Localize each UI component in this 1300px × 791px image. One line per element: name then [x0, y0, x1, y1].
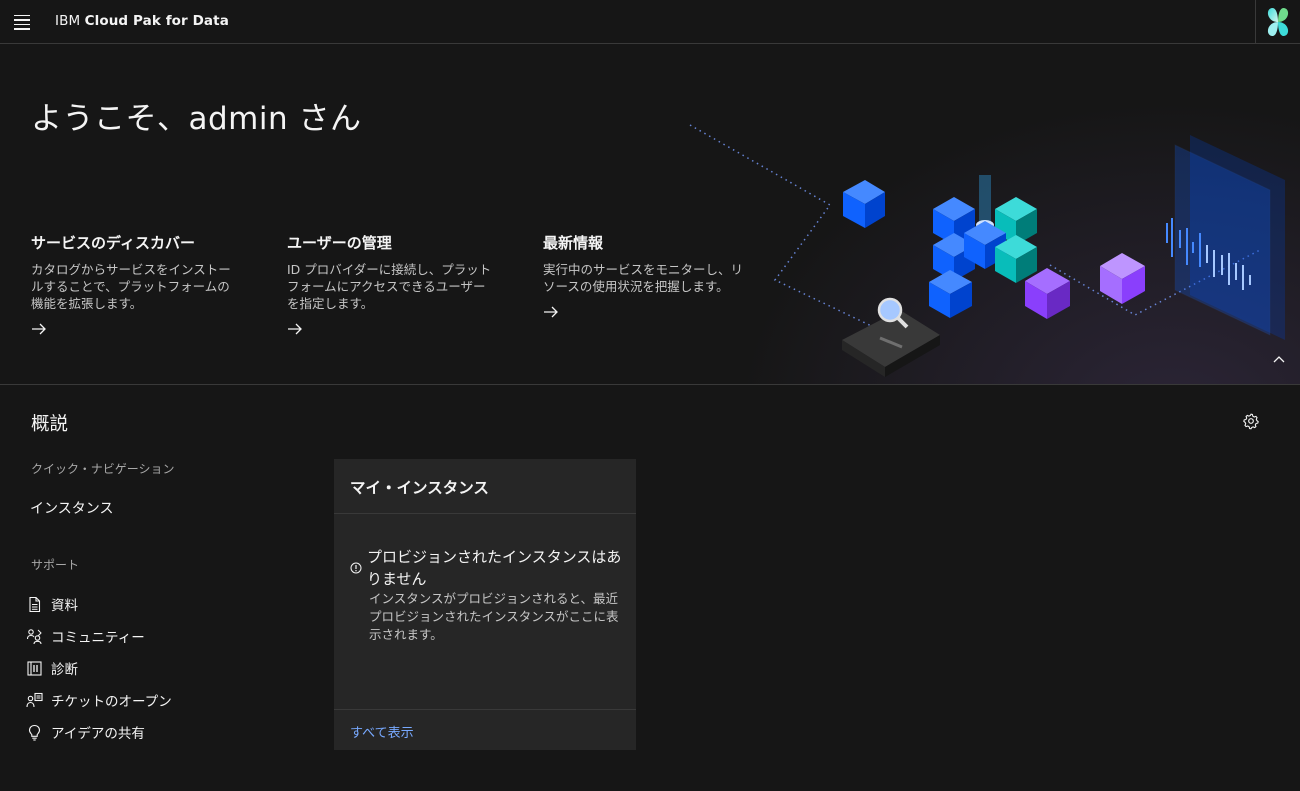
cloud-pak-logo-icon[interactable] — [1255, 0, 1300, 44]
support-item-documentation[interactable]: 資料 — [26, 594, 78, 614]
community-icon — [26, 628, 42, 644]
support-item-share-idea[interactable]: アイデアの共有 — [26, 722, 145, 742]
cube-icon — [843, 180, 885, 228]
diagnostics-icon — [27, 660, 42, 676]
gear-icon[interactable] — [1242, 412, 1260, 430]
banner-divider — [0, 384, 1300, 385]
lightbulb-icon — [28, 724, 41, 741]
tile-title: ユーザーの管理 — [287, 234, 392, 252]
ticket-icon — [26, 692, 43, 707]
tile-manage-users[interactable]: ユーザーの管理 ID プロバイダーに接続し、プラットフォームにアクセスできるユー… — [287, 232, 497, 336]
support-item-label: アイデアの共有 — [51, 726, 145, 742]
document-icon — [29, 596, 41, 612]
tile-title: サービスのディスカバー — [31, 234, 195, 252]
chevron-up-icon[interactable] — [1270, 351, 1288, 369]
support-item-label: 診断 — [51, 662, 78, 678]
tile-discover-services[interactable]: サービスのディスカバー カタログからサービスをインストールすることで、プラットフ… — [31, 232, 241, 336]
support-item-label: チケットのオープン — [51, 694, 172, 710]
info-icon — [350, 562, 362, 574]
welcome-banner: ようこそ、admin さん サービスのディスカバー カタログからサービスをインス… — [0, 45, 1300, 384]
empty-state-title: プロビジョンされたインスタンスはありません — [367, 548, 622, 588]
welcome-heading: ようこそ、admin さん — [31, 101, 362, 137]
tile-description: カタログからサービスをインストールすることで、プラットフォームの機能を拡張します… — [31, 262, 231, 311]
brand-product: Cloud Pak for Data — [84, 13, 229, 29]
support-item-diagnostics[interactable]: 診断 — [26, 658, 78, 678]
card-footer-divider — [334, 709, 636, 710]
support-item-community[interactable]: コミュニティー — [26, 626, 145, 646]
card-title: マイ・インスタンス — [350, 479, 489, 497]
card-divider — [334, 513, 636, 514]
data-platform-illustration — [689, 124, 1285, 377]
brand-prefix: IBM — [55, 13, 81, 29]
support-item-label: コミュニティー — [51, 630, 145, 646]
top-header: IBM Cloud Pak for Data — [0, 0, 1300, 44]
support-item-open-ticket[interactable]: チケットのオープン — [26, 690, 172, 710]
view-all-link[interactable]: すべて表示 — [350, 722, 414, 741]
empty-state-description: インスタンスがプロビジョンされると、最近プロビジョンされたインスタンスがここに表… — [369, 591, 619, 642]
overview-title: 概説 — [31, 414, 69, 435]
my-instances-card: マイ・インスタンス プロビジョンされたインスタンスはありません インスタンスがプ… — [334, 459, 636, 750]
arrow-right-icon[interactable] — [31, 322, 47, 336]
hamburger-menu-icon[interactable] — [0, 0, 44, 44]
arrow-right-icon[interactable] — [287, 322, 303, 336]
support-label: サポート — [31, 558, 80, 572]
quick-nav-label: クイック・ナビゲーション — [31, 462, 175, 476]
tile-description: ID プロバイダーに接続し、プラットフォームにアクセスできるユーザーを指定します… — [287, 262, 492, 311]
support-item-label: 資料 — [51, 598, 78, 614]
product-name[interactable]: IBM Cloud Pak for Data — [55, 13, 229, 29]
quick-nav-instances[interactable]: インスタンス — [30, 498, 113, 518]
arrow-right-icon[interactable] — [543, 305, 559, 319]
